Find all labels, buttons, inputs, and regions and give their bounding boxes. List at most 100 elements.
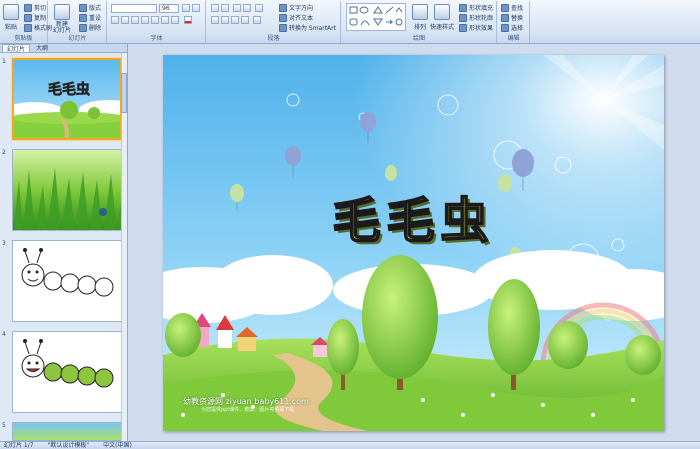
effects-icon [459,23,467,32]
delete-label: 删除 [89,25,102,32]
shapes-gallery[interactable] [346,3,406,31]
shape-effects-label: 形状效果 [469,25,494,32]
select-label: 选择 [511,25,524,32]
font-name-field[interactable] [111,4,157,13]
status-language[interactable]: 中文(中国) [103,442,132,449]
smartart-label: 转换为 SmartArt [289,25,336,32]
text-direction-button[interactable]: 文字方向 [279,3,313,12]
paste-icon [3,4,19,20]
layout-button[interactable]: 版式 [79,3,101,12]
status-slide-count: 幻灯片 1/7 [4,442,34,449]
slide-thumbnail[interactable]: 毛毛虫 [12,58,122,140]
align-left-icon[interactable] [211,16,219,24]
align-right-icon[interactable] [231,16,239,24]
paint-bucket-icon [459,3,467,12]
find-button[interactable]: 查找 [501,3,523,12]
shapes-icon [349,6,403,26]
line-spacing-icon[interactable] [255,4,263,12]
align-text-label: 对齐文本 [289,15,314,22]
italic-icon[interactable] [121,16,129,24]
select-button[interactable]: 选择 [501,23,523,32]
paragraph-group: 文字方向 对齐文本 转换为 SmartArt 段落 [207,1,341,43]
align-text-icon [279,13,287,22]
align-center-icon[interactable] [221,16,229,24]
shape-fill-button[interactable]: 形状填充 [459,3,493,12]
bold-icon[interactable] [111,16,119,24]
slide-thumbnail[interactable] [12,240,122,322]
tab-outline[interactable]: 大纲 [32,44,52,52]
shadow-icon[interactable] [151,16,159,24]
delete-icon [79,23,87,32]
slide-number: 4 [2,331,6,338]
slide-thumbnail-row[interactable]: 1 毛毛虫 [2,58,124,142]
decrease-indent-icon[interactable] [233,4,241,12]
grow-font-icon[interactable] [182,4,190,12]
arrange-button[interactable]: 排列 [412,4,428,31]
find-label: 查找 [511,5,524,12]
char-spacing-icon[interactable] [161,16,169,24]
underline-icon[interactable] [131,16,139,24]
copy-button[interactable]: 复制 [24,13,46,22]
slide-thumbnail-row[interactable]: 4 [2,331,124,415]
align-text-button[interactable]: 对齐文本 [279,13,313,22]
slide-3-caterpillar-outline-image [21,248,114,297]
slide-2-preview-image [13,150,121,230]
tab-slides[interactable]: 幻灯片 [2,44,31,53]
increase-indent-icon[interactable] [243,4,251,12]
panel-tabs: 幻灯片 大纲 [0,44,127,53]
slides-group: 新建 幻灯片 版式 重设 删除 幻灯片 [49,1,107,43]
justify-icon[interactable] [241,16,249,24]
delete-button[interactable]: 删除 [79,23,101,32]
format-painter-button[interactable]: 格式刷 [24,23,52,32]
scissors-icon [24,3,32,12]
slides-panel: 幻灯片 大纲 1 毛毛虫 2 3 4 5 [0,44,128,441]
font-color-icon[interactable] [184,16,192,24]
cursor-icon [501,23,509,32]
smartart-icon [279,23,287,32]
arrange-label: 排列 [413,24,426,31]
text-direction-label: 文字方向 [289,5,314,12]
slide-thumbnail[interactable] [12,331,122,413]
new-slide-button[interactable]: 新建 幻灯片 [53,4,71,34]
arrange-icon [412,4,428,20]
shape-effects-button[interactable]: 形状效果 [459,23,493,32]
columns-icon[interactable] [253,16,261,24]
group-label-drawing: 绘图 [412,35,425,42]
reset-button[interactable]: 重设 [79,13,101,22]
slide-thumbnail[interactable] [12,422,122,441]
slide-thumbnail-row[interactable]: 2 [2,149,124,233]
paste-button[interactable]: 粘贴 [3,4,19,31]
slide-title[interactable]: 毛毛虫 [163,181,664,251]
layout-label: 版式 [89,5,102,12]
cut-button[interactable]: 剪切 [24,3,46,12]
slide-editing-area: 毛毛虫 幼教资源网 ziyuan.baby611.com 为您提供ppt课件、教… [129,44,700,441]
strikethrough-icon[interactable] [141,16,149,24]
replace-icon [501,13,509,22]
replace-button[interactable]: 替换 [501,13,523,22]
slide-1-preview-image: 毛毛虫 [14,60,120,138]
bullets-icon[interactable] [211,4,219,12]
status-bar: 幻灯片 1/7 "默认设计模板" 中文(中国) [0,441,700,449]
slide-thumbnail-row[interactable]: 3 [2,240,124,324]
change-case-icon[interactable] [171,16,179,24]
numbering-icon[interactable] [221,4,229,12]
binoculars-icon [501,3,509,12]
quick-styles-button[interactable]: 快速样式 [430,4,454,31]
shrink-font-icon[interactable] [192,4,200,12]
slide-number: 3 [2,240,6,247]
svg-text:毛毛虫: 毛毛虫 [48,81,90,98]
panel-scrollbar-thumb[interactable] [121,73,127,113]
slide-4-caterpillar-colored-image [21,339,114,388]
current-slide[interactable]: 毛毛虫 幼教资源网 ziyuan.baby611.com 为您提供ppt课件、教… [163,55,664,431]
cut-label: 剪切 [34,5,47,12]
slide-thumbnail[interactable] [12,149,122,231]
slide-thumbnail-row[interactable]: 5 [2,422,124,441]
panel-scrollbar[interactable] [121,53,127,441]
shape-fill-label: 形状填充 [469,5,494,12]
group-label-editing: 编辑 [507,35,520,42]
slide-number: 1 [2,58,6,65]
smartart-button[interactable]: 转换为 SmartArt [279,23,336,32]
editing-group: 查找 替换 选择 编辑 [498,1,530,43]
font-size-field[interactable]: 96 [159,4,179,13]
shape-outline-button[interactable]: 形状轮廓 [459,13,493,22]
